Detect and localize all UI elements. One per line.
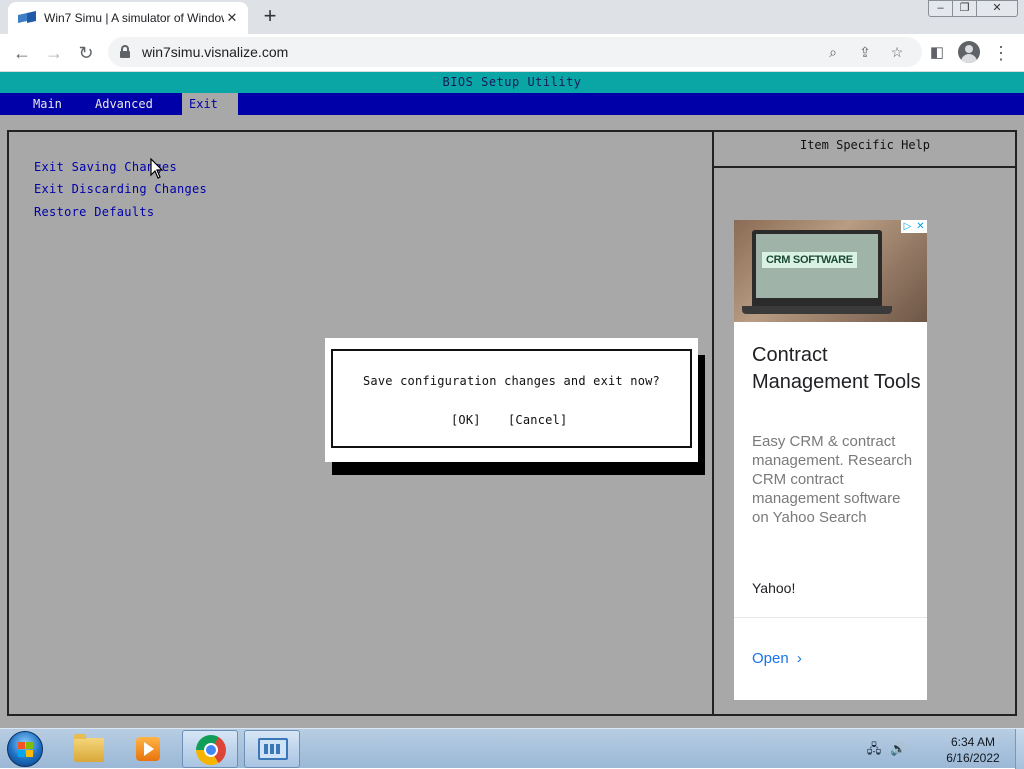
address-bar[interactable]: win7simu.visnalize.com ⌕ ⇪ ☆ (108, 37, 922, 67)
chrome-icon (196, 735, 226, 765)
help-panel-rule (714, 166, 1016, 168)
ad-open-link[interactable]: Open › (752, 650, 802, 667)
bios-menu-exit[interactable]: Exit (182, 93, 238, 115)
browser-tabstrip: Win7 Simu | A simulator of Windows 7 ✕ +… (0, 0, 1024, 34)
windows-taskbar: 🖧 🔊 6:34 AM 6/16/2022 (0, 728, 1024, 769)
media-player-icon (136, 737, 160, 761)
bios-panel-divider (712, 130, 714, 716)
start-button[interactable] (7, 731, 43, 767)
adchoices-icon[interactable]: ▷ (901, 220, 914, 233)
bios-menu-advanced[interactable]: Advanced (88, 93, 160, 115)
window-close-button[interactable]: ✕ (976, 0, 1018, 17)
taskbar-clock[interactable]: 6:34 AM 6/16/2022 (935, 734, 1011, 766)
forward-arrow-icon[interactable]: → (40, 40, 68, 68)
ad-badges: ▷ ✕ (901, 220, 927, 233)
taskbar-control-panel-button[interactable] (244, 730, 300, 768)
clock-date: 6/16/2022 (946, 751, 1000, 765)
more-menu-icon[interactable]: ⋮ (988, 40, 1014, 66)
side-panel-icon[interactable]: ◧ (924, 40, 950, 66)
ad-divider (734, 617, 927, 618)
control-panel-icon (258, 738, 288, 760)
url-text[interactable]: win7simu.visnalize.com (142, 44, 288, 60)
advertisement[interactable]: CRM SOFTWARE ▷ ✕ Contract Management Too… (734, 220, 927, 700)
ad-open-label: Open (752, 650, 789, 667)
zoom-icon[interactable]: ⌕ (822, 41, 844, 63)
bios-menu-bar: Main Advanced Exit (0, 93, 1024, 115)
bios-title: BIOS Setup Utility (0, 72, 1024, 93)
back-arrow-icon[interactable]: ← (8, 40, 36, 68)
lock-icon[interactable] (120, 45, 130, 58)
help-panel-title: Item Specific Help (799, 138, 931, 152)
ad-advertiser[interactable]: Yahoo! (752, 580, 795, 596)
taskbar-chrome-button[interactable] (182, 730, 238, 768)
ad-headline[interactable]: Contract Management Tools (752, 342, 922, 396)
share-icon[interactable]: ⇪ (854, 41, 876, 63)
browser-tab[interactable]: Win7 Simu | A simulator of Windows 7 ✕ (8, 2, 248, 34)
ad-close-icon[interactable]: ✕ (914, 220, 927, 233)
bios-menu-main[interactable]: Main (26, 93, 69, 115)
taskbar-explorer-button[interactable] (60, 730, 116, 768)
laptop-base (742, 306, 892, 314)
volume-icon[interactable]: 🔊 (890, 741, 906, 757)
profile-avatar-icon[interactable] (958, 41, 980, 63)
ad-image[interactable]: CRM SOFTWARE ▷ ✕ (734, 220, 927, 322)
browser-toolbar: ← → ↻ win7simu.visnalize.com ⌕ ⇪ ☆ ◧ ⋮ (0, 34, 1024, 72)
close-tab-icon[interactable]: ✕ (224, 10, 240, 26)
dialog-ok-button[interactable]: [OK] (451, 413, 481, 427)
new-tab-button[interactable]: + (258, 5, 282, 29)
ad-description[interactable]: Easy CRM & contract management. Research… (752, 432, 917, 527)
tab-title: Win7 Simu | A simulator of Windows 7 (44, 11, 224, 25)
window-maximize-button[interactable]: ❐ (952, 0, 977, 17)
network-icon[interactable]: 🖧 (866, 741, 882, 757)
chevron-right-icon: › (796, 650, 802, 667)
window-minimize-button[interactable]: – (928, 0, 953, 17)
reload-icon[interactable]: ↻ (72, 40, 100, 68)
windows-logo-icon (18, 742, 34, 758)
dialog-message: Save configuration changes and exit now? (363, 374, 660, 388)
folder-icon (74, 734, 104, 762)
dialog-cancel-button[interactable]: [Cancel] (508, 413, 567, 427)
windows-favicon-icon (18, 11, 36, 25)
laptop-image: CRM SOFTWARE (752, 230, 882, 308)
taskbar-media-player-button[interactable] (120, 730, 176, 768)
dialog-frame (331, 349, 692, 448)
clock-time: 6:34 AM (950, 735, 996, 749)
laptop-screen: CRM SOFTWARE (756, 234, 878, 298)
mouse-cursor-icon (150, 158, 164, 179)
ad-image-caption: CRM SOFTWARE (762, 252, 857, 268)
confirm-exit-dialog: Save configuration changes and exit now?… (325, 338, 698, 462)
option-restore-defaults[interactable]: Restore Defaults (34, 205, 154, 219)
show-desktop-button[interactable] (1015, 729, 1024, 769)
option-exit-discarding-changes[interactable]: Exit Discarding Changes (34, 182, 207, 196)
bookmark-star-icon[interactable]: ☆ (886, 41, 908, 63)
